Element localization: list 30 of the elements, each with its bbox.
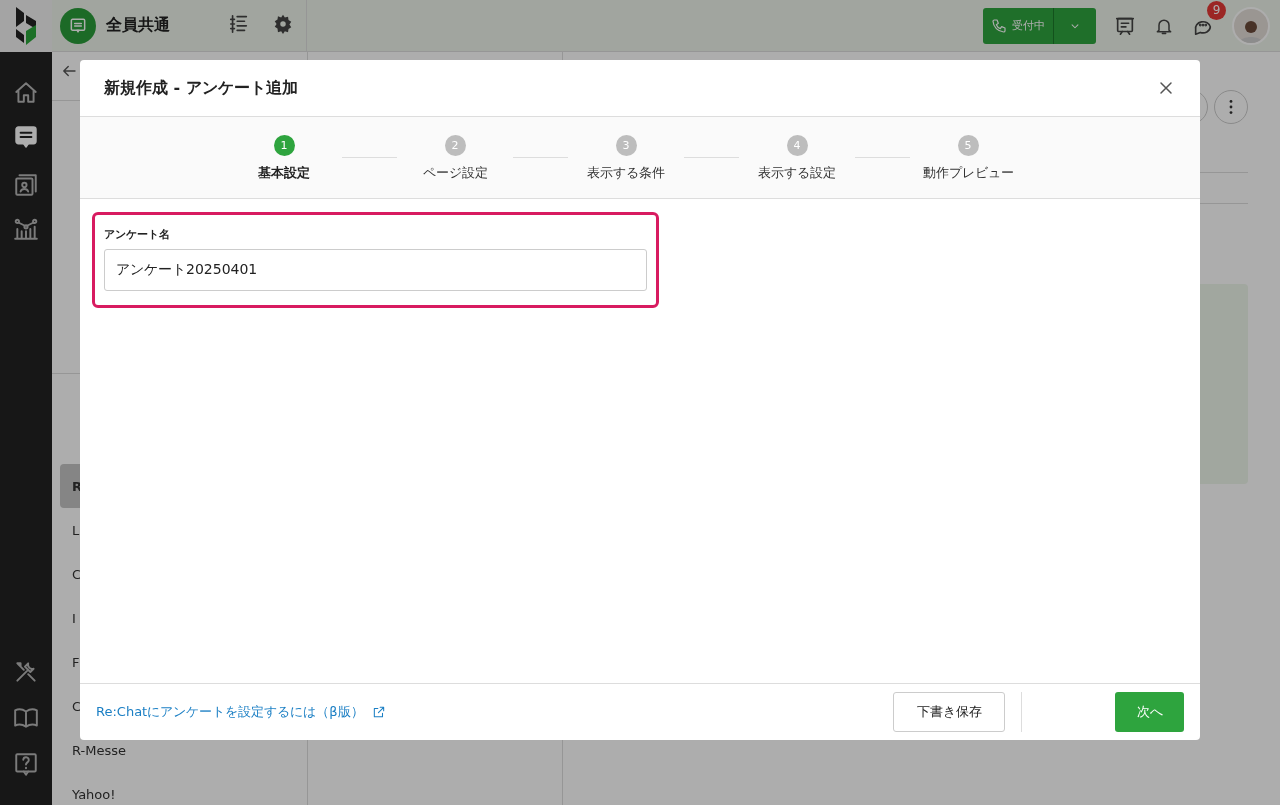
step-label[interactable]: 基本設定 [258,164,310,182]
survey-name-field[interactable]: アンケート20250401 [104,249,647,291]
logo-icon[interactable] [14,7,38,45]
dialog-title: 新規作成 - アンケート追加 [104,77,299,99]
avatar[interactable] [1232,6,1270,45]
help-link[interactable]: Re:Chatにアンケートを設定するには（β版） [96,703,893,721]
step-number: 1 [273,135,295,156]
external-link-icon [371,705,386,719]
workspace-name: 全員共通 [106,15,171,36]
step-label[interactable]: ページ設定 [422,164,488,182]
phone-icon [991,17,1007,34]
tools-icon[interactable] [13,659,39,685]
step-label[interactable]: 表示する設定 [758,164,836,182]
more-vertical-icon [1229,100,1233,114]
step-label[interactable]: 動作プレビュー [922,164,1014,182]
step-number: 2 [444,135,466,156]
sidebar-item[interactable]: Yahoo! [60,772,299,805]
field-label: アンケート名 [104,227,171,242]
step-number: 4 [786,135,808,156]
step-number: 5 [957,135,979,156]
help-icon[interactable] [13,751,39,777]
home-icon[interactable] [13,80,39,106]
contacts-icon[interactable] [13,172,39,198]
save-draft-button[interactable]: 下書き保存 [893,692,1005,732]
step-label[interactable]: 表示する条件 [587,164,665,182]
sort-icon[interactable] [228,12,250,35]
notification-badge: 9 [1207,0,1226,20]
chat-list-icon[interactable] [13,124,39,150]
step-number: 3 [615,135,637,156]
chart-icon[interactable] [13,216,39,242]
